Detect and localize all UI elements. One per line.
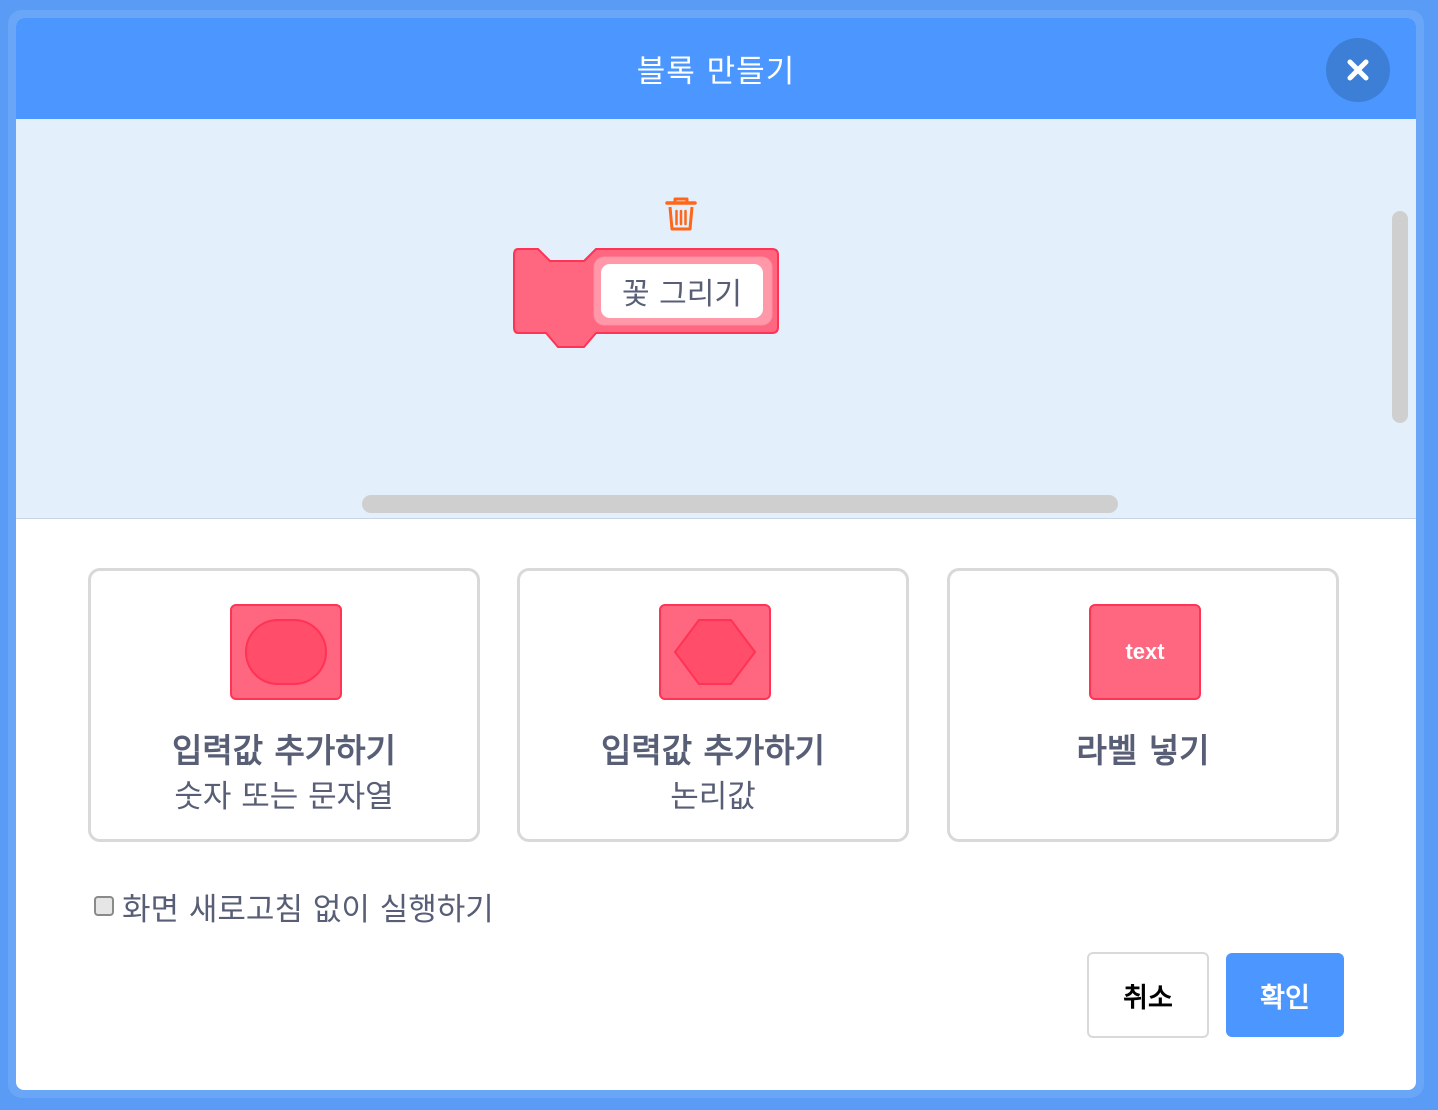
boolean-input-icon <box>659 604 771 700</box>
add-input-boolean-button[interactable]: 입력값 추가하기 논리값 <box>517 568 909 842</box>
vertical-scrollbar[interactable] <box>1392 211 1408 423</box>
dialog-title: 블록 만들기 <box>636 54 796 90</box>
option-title: 입력값 추가하기 <box>600 731 825 770</box>
trash-icon[interactable] <box>664 196 698 232</box>
cancel-button[interactable]: 취소 <box>1087 952 1209 1038</box>
dialog-body: 블록 만들기 꽃 그리기 입력값 추가하기 숫자 또는 문자열 입력값 추가하기… <box>16 18 1416 1090</box>
option-subtitle: 논리값 <box>670 779 756 815</box>
add-label-button[interactable]: text 라벨 넣기 <box>947 568 1339 842</box>
add-input-number-text-button[interactable]: 입력값 추가하기 숫자 또는 문자열 <box>88 568 480 842</box>
block-preview-workspace[interactable]: 꽃 그리기 <box>16 119 1416 519</box>
run-without-refresh-label[interactable]: 화면 새로고침 없이 실행하기 <box>122 884 494 929</box>
run-without-refresh-row: 화면 새로고침 없이 실행하기 <box>94 884 494 928</box>
block-name-input[interactable]: 꽃 그리기 <box>601 264 763 318</box>
run-without-refresh-checkbox[interactable] <box>94 896 114 916</box>
block-options: 입력값 추가하기 숫자 또는 문자열 입력값 추가하기 논리값 text 라벨 … <box>88 568 1344 846</box>
make-block-dialog: 블록 만들기 꽃 그리기 입력값 추가하기 숫자 또는 문자열 입력값 추가하기… <box>8 10 1424 1098</box>
option-subtitle: 숫자 또는 문자열 <box>174 779 394 815</box>
horizontal-scrollbar[interactable] <box>362 495 1118 513</box>
close-icon <box>1347 59 1369 81</box>
round-input-icon <box>230 604 342 700</box>
option-title: 라벨 넣기 <box>1076 731 1210 770</box>
dialog-header: 블록 만들기 <box>16 18 1416 119</box>
label-icon-text: text <box>1125 639 1165 664</box>
ok-button[interactable]: 확인 <box>1226 953 1344 1037</box>
label-text-icon: text <box>1089 604 1201 700</box>
option-title: 입력값 추가하기 <box>171 731 396 770</box>
close-button[interactable] <box>1326 38 1390 102</box>
